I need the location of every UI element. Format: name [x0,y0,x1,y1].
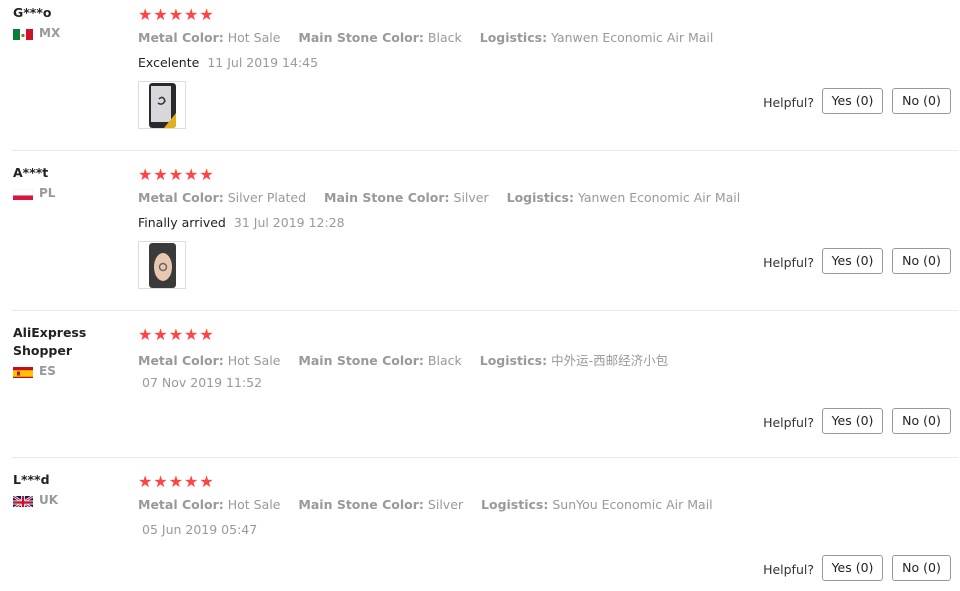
metal-color-label: Metal Color: [138,190,224,205]
review-attributes: Metal Color: Hot Sale Main Stone Color: … [138,30,727,45]
metal-color-value: Hot Sale [227,30,281,45]
review-item: AliExpress Shopper ES ★★★★★ Metal Color:… [0,320,960,457]
metal-color-value: Silver Plated [227,190,307,205]
hand-photo-image [149,243,176,288]
review-date: 07 Nov 2019 11:52 [142,375,263,390]
reviewer-name: AliExpress Shopper [13,325,87,358]
logistics-value: Yanwen Economic Air Mail [577,190,741,205]
helpful-label: Helpful? [763,415,814,430]
metal-color-label: Metal Color: [138,497,224,512]
star-rating: ★★★★★ [138,325,215,344]
star-rating: ★★★★★ [138,472,215,491]
logistics-value: 中外运-西邮经济小包 [551,353,669,368]
review-date: 05 Jun 2019 05:47 [142,522,258,537]
mexico-flag-icon [13,27,33,40]
helpful-no-button[interactable]: No (0) [892,408,951,434]
reviewer-info: A***t PL [13,164,123,200]
helpful-yes-button[interactable]: Yes (0) [822,408,883,434]
metal-color-label: Metal Color: [138,353,224,368]
review-attributes: Metal Color: Hot Sale Main Stone Color: … [138,350,682,369]
review-item: A***t PL ★★★★★ Metal Color: Silver Plate… [0,160,960,310]
helpful-yes-button[interactable]: Yes (0) [822,555,883,581]
review-feedback: 07 Nov 2019 11:52 [138,375,262,390]
logistics-label: Logistics: [506,190,574,205]
review-date: 11 Jul 2019 14:45 [207,55,319,70]
helpful-no-button[interactable]: No (0) [892,88,951,114]
main-stone-color-label: Main Stone Color: [324,190,450,205]
reviewer-info: L***d UK [13,471,123,507]
main-stone-color-value: Silver [427,497,464,512]
helpful-yes-button[interactable]: Yes (0) [822,88,883,114]
spain-flag-icon [13,365,33,378]
review-date: 31 Jul 2019 12:28 [233,215,345,230]
review-feedback: Excelente 11 Jul 2019 14:45 [138,55,318,70]
logistics-value: Yanwen Economic Air Mail [551,30,714,45]
uk-flag-icon [13,494,33,507]
metal-color-value: Hot Sale [227,353,281,368]
review-photo-thumbnail[interactable] [138,81,186,129]
metal-color-value: Hot Sale [227,497,281,512]
review-item: L***d UK ★★★★★ Metal Color: Hot Sale Mai… [0,467,960,591]
review-feedback: 05 Jun 2019 05:47 [138,522,257,537]
star-rating: ★★★★★ [138,165,215,184]
reviewer-name: G***o [13,5,52,20]
reviewer-country: PL [13,186,123,200]
main-stone-color-label: Main Stone Color: [298,30,424,45]
review-feedback: Finally arrived 31 Jul 2019 12:28 [138,215,345,230]
country-code: ES [39,364,56,378]
main-stone-color-label: Main Stone Color: [298,353,424,368]
logistics-value: SunYou Economic Air Mail [552,497,713,512]
phone-photo-image [149,83,176,128]
reviewer-name: L***d [13,472,50,487]
helpful-label: Helpful? [763,562,814,577]
poland-flag-icon [13,187,33,200]
main-stone-color-value: Black [427,353,462,368]
reviewer-info: G***o MX [13,4,123,40]
logistics-label: Logistics: [481,497,549,512]
country-code: UK [39,493,59,507]
reviewer-name: A***t [13,165,49,180]
helpful-label: Helpful? [763,95,814,110]
review-divider [12,150,958,151]
review-item: G***o MX ★★★★★ Metal Color: Hot Sale Mai… [0,0,960,150]
main-stone-color-label: Main Stone Color: [298,497,424,512]
main-stone-color-value: Silver [453,190,489,205]
country-code: MX [39,26,61,40]
review-attributes: Metal Color: Silver Plated Main Stone Co… [138,190,754,205]
reviewer-country: UK [13,493,123,507]
main-stone-color-value: Black [427,30,462,45]
review-divider [12,310,958,311]
review-divider [12,457,958,458]
helpful-no-button[interactable]: No (0) [892,555,951,581]
reviewer-country: ES [13,364,93,378]
metal-color-label: Metal Color: [138,30,224,45]
logistics-label: Logistics: [479,30,548,45]
star-rating: ★★★★★ [138,5,215,24]
logistics-label: Logistics: [479,353,548,368]
country-code: PL [39,186,56,200]
review-attributes: Metal Color: Hot Sale Main Stone Color: … [138,497,727,512]
helpful-no-button[interactable]: No (0) [892,248,951,274]
reviewer-country: MX [13,26,123,40]
review-photo-thumbnail[interactable] [138,241,186,289]
helpful-yes-button[interactable]: Yes (0) [822,248,883,274]
helpful-label: Helpful? [763,255,814,270]
review-text: Excelente [138,55,200,70]
review-text: Finally arrived [138,215,226,230]
reviewer-info: AliExpress Shopper ES [13,324,93,378]
